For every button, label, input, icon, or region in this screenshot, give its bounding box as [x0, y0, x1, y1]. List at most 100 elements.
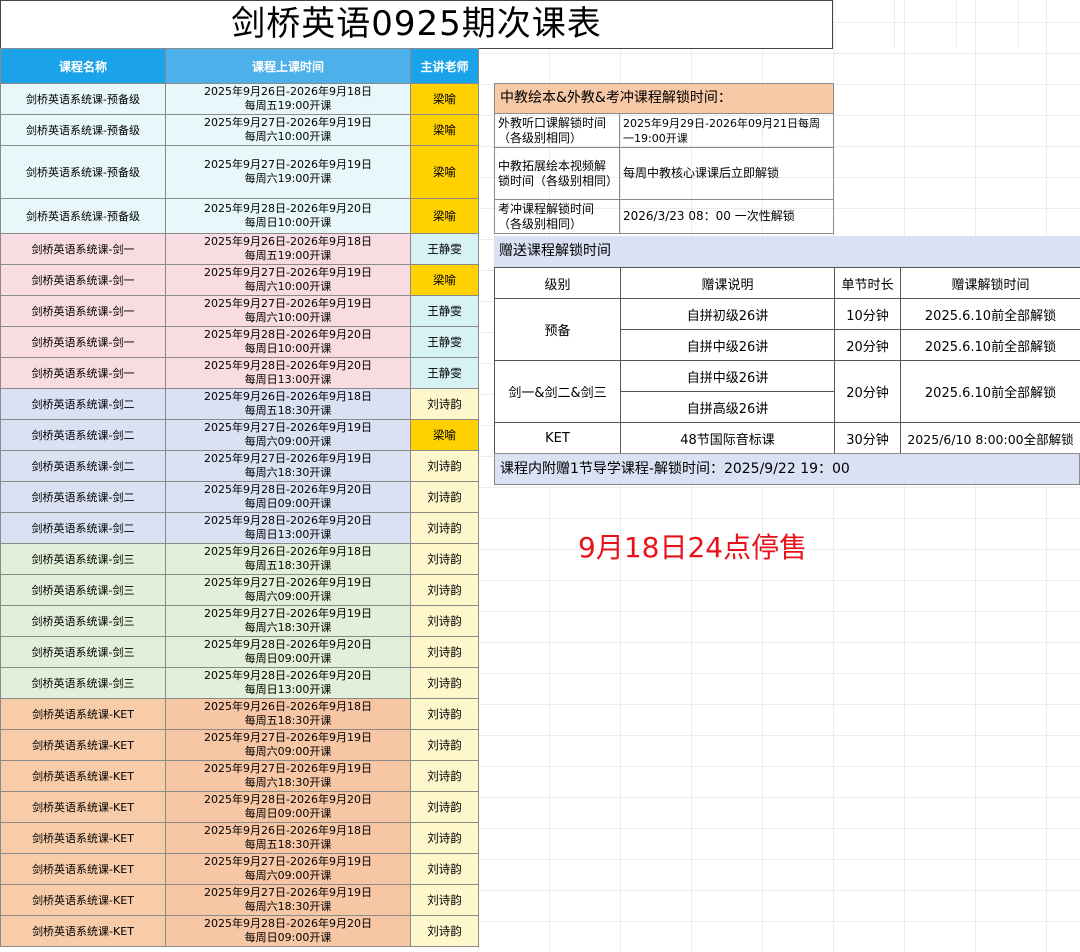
gift-desc: 自拼中级26讲	[620, 360, 835, 392]
course-date-range: 2025年9月26日-2026年9月18日	[204, 85, 372, 98]
header-teacher: 主讲老师	[410, 48, 479, 84]
gift-level-j123: 剑一&剑二&剑三	[494, 360, 621, 423]
course-date-range: 2025年9月26日-2026年9月18日	[204, 235, 372, 248]
course-name: 剑桥英语系统课-剑二	[0, 388, 166, 420]
schedule-row: 剑桥英语系统课-KET 2025年9月27日-2026年9月19日 每周六18:30…	[0, 760, 479, 792]
course-teacher: 梁喻	[410, 83, 479, 115]
course-teacher: 王静雯	[410, 233, 479, 265]
course-weekly-time: 每周日13:00开课	[244, 683, 332, 696]
course-weekly-time: 每周六10:00开课	[244, 280, 332, 293]
course-name: 剑桥英语系统课-剑三	[0, 605, 166, 637]
schedule-row: 剑桥英语系统课-剑一 2025年9月26日-2026年9月18日 每周五19:00开…	[0, 233, 479, 265]
course-weekly-time: 每周日10:00开课	[244, 216, 332, 229]
unlock-label-picturebook: 中教拓展绘本视频解锁时间（各级别相同）	[494, 147, 620, 200]
schedule-row: 剑桥英语系统课-剑一 2025年9月27日-2026年9月19日 每周六10:00开…	[0, 295, 479, 327]
schedule-row: 剑桥英语系统课-剑三 2025年9月26日-2026年9月18日 每周五18:30开…	[0, 543, 479, 575]
schedule-row: 剑桥英语系统课-剑二 2025年9月27日-2026年9月19日 每周六18:30开…	[0, 450, 479, 482]
gift-desc: 自拼中级26讲	[620, 329, 835, 361]
schedule-row: 剑桥英语系统课-预备级 2025年9月26日-2026年9月18日 每周五19:00…	[0, 83, 479, 115]
schedule-row: 剑桥英语系统课-预备级 2025年9月28日-2026年9月20日 每周日10:00…	[0, 198, 479, 234]
schedule-row: 剑桥英语系统课-剑二 2025年9月28日-2026年9月20日 每周日13:00开…	[0, 512, 479, 544]
course-name: 剑桥英语系统课-预备级	[0, 198, 166, 234]
course-weekly-time: 每周六19:00开课	[244, 172, 332, 185]
course-name: 剑桥英语系统课-KET	[0, 729, 166, 761]
course-time: 2025年9月27日-2026年9月19日 每周六19:00开课	[165, 145, 411, 199]
unlock-header: 中教绘本&外教&考冲课程解锁时间：	[494, 83, 834, 114]
course-name: 剑桥英语系统课-KET	[0, 791, 166, 823]
schedule-row: 剑桥英语系统课-KET 2025年9月27日-2026年9月19日 每周六09:00…	[0, 853, 479, 885]
course-date-range: 2025年9月27日-2026年9月19日	[204, 855, 372, 868]
course-time: 2025年9月26日-2026年9月18日 每周五19:00开课	[165, 83, 411, 115]
gift-col-duration: 单节时长	[834, 267, 901, 299]
gift-columns-row: 级别 赠课说明 单节时长 赠课解锁时间	[494, 267, 1080, 299]
gift-desc: 自拼高级26讲	[620, 391, 835, 423]
course-date-range: 2025年9月27日-2026年9月19日	[204, 158, 372, 171]
schedule-row: 剑桥英语系统课-KET 2025年9月26日-2026年9月18日 每周五18:30…	[0, 822, 479, 854]
course-name: 剑桥英语系统课-剑二	[0, 419, 166, 451]
unlock-time-table: 中教绘本&外教&考冲课程解锁时间： 外教听口课解锁时间（各级别相同） 2025年…	[494, 83, 834, 234]
schedule-row: 剑桥英语系统课-剑二 2025年9月28日-2026年9月20日 每周日09:00开…	[0, 481, 479, 513]
course-name: 剑桥英语系统课-预备级	[0, 145, 166, 199]
course-weekly-time: 每周日13:00开课	[244, 373, 332, 386]
course-teacher: 刘诗韵	[410, 729, 479, 761]
schedule-row: 剑桥英语系统课-KET 2025年9月28日-2026年9月20日 每周日09:00…	[0, 791, 479, 823]
gift-col-unlock: 赠课解锁时间	[900, 267, 1080, 299]
gift-duration: 10分钟	[834, 298, 901, 330]
schedule-row: 剑桥英语系统课-预备级 2025年9月27日-2026年9月19日 每周六10:00…	[0, 114, 479, 146]
course-teacher: 梁喻	[410, 419, 479, 451]
course-name: 剑桥英语系统课-剑一	[0, 357, 166, 389]
gift-row: KET 48节国际音标课 30分钟 2025/6/10 8:00:00全部解锁	[494, 422, 1080, 454]
header-course-name: 课程名称	[0, 48, 166, 84]
schedule-row: 剑桥英语系统课-剑三 2025年9月28日-2026年9月20日 每周日13:00开…	[0, 667, 479, 699]
gift-unlock: 2025.6.10前全部解锁	[900, 298, 1080, 330]
gift-row: 预备 自拼初级26讲 10分钟 2025.6.10前全部解锁	[494, 298, 1080, 361]
course-teacher: 刘诗韵	[410, 388, 479, 420]
course-date-range: 2025年9月28日-2026年9月20日	[204, 328, 372, 341]
course-time: 2025年9月26日-2026年9月18日 每周五18:30开课	[165, 698, 411, 730]
gift-duration: 20分钟	[834, 360, 901, 423]
gift-duration: 30分钟	[834, 422, 901, 454]
schedule-row: 剑桥英语系统课-剑三 2025年9月27日-2026年9月19日 每周六18:30开…	[0, 605, 479, 637]
gift-desc: 48节国际音标课	[620, 422, 835, 454]
schedule-table: 课程名称 课程上课时间 主讲老师 剑桥英语系统课-预备级 2025年9月26日-2…	[0, 48, 479, 947]
schedule-row: 剑桥英语系统课-剑三 2025年9月28日-2026年9月20日 每周日09:00开…	[0, 636, 479, 668]
gift-course-table: 级别 赠课说明 单节时长 赠课解锁时间 预备 自拼初级26讲 10分钟 2025…	[494, 267, 1080, 454]
course-date-range: 2025年9月28日-2026年9月20日	[204, 793, 372, 806]
course-time: 2025年9月27日-2026年9月19日 每周六10:00开课	[165, 295, 411, 327]
course-name: 剑桥英语系统课-KET	[0, 884, 166, 916]
course-weekly-time: 每周五19:00开课	[244, 99, 332, 112]
course-date-range: 2025年9月27日-2026年9月19日	[204, 731, 372, 744]
course-time: 2025年9月28日-2026年9月20日 每周日09:00开课	[165, 481, 411, 513]
course-time: 2025年9月28日-2026年9月20日 每周日10:00开课	[165, 326, 411, 358]
course-date-range: 2025年9月26日-2026年9月18日	[204, 390, 372, 403]
course-time: 2025年9月26日-2026年9月18日 每周五19:00开课	[165, 233, 411, 265]
course-name: 剑桥英语系统课-剑三	[0, 667, 166, 699]
course-time: 2025年9月27日-2026年9月19日 每周六18:30开课	[165, 605, 411, 637]
unlock-label-foreign: 外教听口课解锁时间（各级别相同）	[494, 113, 620, 148]
course-time: 2025年9月28日-2026年9月20日 每周日13:00开课	[165, 357, 411, 389]
gift-level-ket: KET	[494, 422, 621, 454]
unlock-value-picturebook: 每周中教核心课课后立即解锁	[619, 147, 834, 200]
course-weekly-time: 每周六10:00开课	[244, 311, 332, 324]
gift-level-pre: 预备	[494, 298, 621, 361]
course-weekly-time: 每周日09:00开课	[244, 652, 332, 665]
course-name: 剑桥英语系统课-预备级	[0, 114, 166, 146]
course-date-range: 2025年9月27日-2026年9月19日	[204, 762, 372, 775]
course-time: 2025年9月27日-2026年9月19日 每周六09:00开课	[165, 574, 411, 606]
course-weekly-time: 每周日10:00开课	[244, 342, 332, 355]
course-teacher: 刘诗韵	[410, 636, 479, 668]
unlock-value-exam: 2026/3/23 08：00 一次性解锁	[619, 199, 834, 234]
schedule-row: 剑桥英语系统课-KET 2025年9月28日-2026年9月20日 每周日09:00…	[0, 915, 479, 947]
course-date-range: 2025年9月26日-2026年9月18日	[204, 700, 372, 713]
course-teacher: 刘诗韵	[410, 605, 479, 637]
course-time: 2025年9月27日-2026年9月19日 每周六10:00开课	[165, 114, 411, 146]
guide-course-note: 课程内附赠1节导学课程-解锁时间：2025/9/22 19：00	[494, 453, 1080, 485]
course-name: 剑桥英语系统课-KET	[0, 822, 166, 854]
gift-header: 赠送课程解锁时间	[494, 236, 1080, 267]
gift-col-level: 级别	[494, 267, 621, 299]
course-weekly-time: 每周六09:00开课	[244, 745, 332, 758]
course-time: 2025年9月27日-2026年9月19日 每周六18:30开课	[165, 450, 411, 482]
course-name: 剑桥英语系统课-KET	[0, 915, 166, 947]
course-time: 2025年9月27日-2026年9月19日 每周六18:30开课	[165, 760, 411, 792]
course-time: 2025年9月27日-2026年9月19日 每周六10:00开课	[165, 264, 411, 296]
